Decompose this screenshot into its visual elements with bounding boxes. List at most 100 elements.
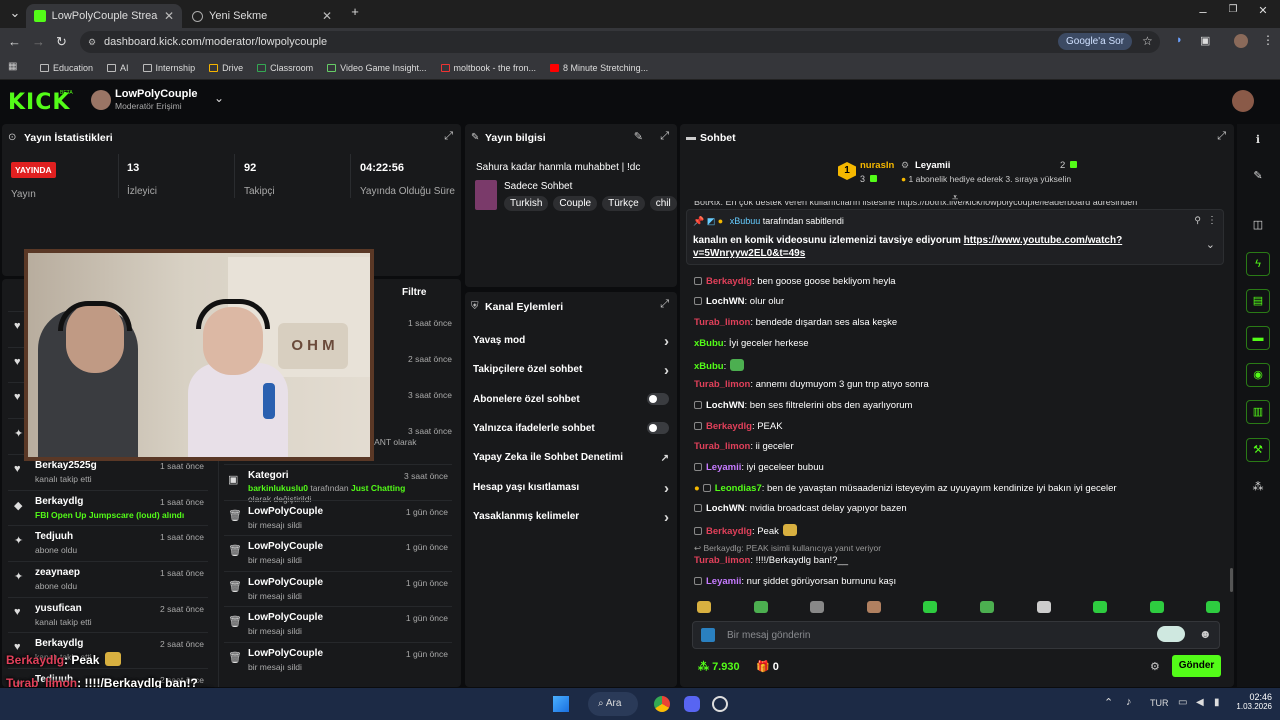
bookmark-education[interactable]: Education xyxy=(40,63,93,73)
chat-message[interactable]: Turab_limon: annemı duymuyom 3 gun trıp … xyxy=(694,379,929,390)
bookmark-drive[interactable]: Drive xyxy=(209,63,243,73)
broadcast-icon[interactable]: ◉ xyxy=(1246,363,1270,387)
chat-username[interactable]: Leyamii xyxy=(706,462,741,473)
activity-item[interactable]: 🗑 LowPolyCouple bir mesajı sildi 1 gün önce xyxy=(224,535,452,571)
battery-icon[interactable]: ▮ xyxy=(1214,697,1220,708)
edit-icon[interactable]: ✎ xyxy=(1246,165,1270,189)
leader2-name[interactable]: Leyamii xyxy=(915,160,950,171)
storage-icon[interactable]: ▥ xyxy=(1246,400,1270,424)
chat-username[interactable]: Turab_limon xyxy=(694,379,750,390)
expand-icon[interactable]: ⤢ xyxy=(660,130,669,143)
chat-message[interactable]: Leyamii: iyi geceleer bubuu xyxy=(694,462,824,473)
forward-icon[interactable]: → xyxy=(32,34,45,49)
chat-message[interactable]: Berkaydlg: ben goose goose bekliyom heyl… xyxy=(694,276,896,287)
tag[interactable]: Couple xyxy=(553,196,598,211)
activity-item[interactable]: 🗑 LowPolyCouple bir mesajı sildi 1 gün önce xyxy=(224,642,452,678)
chat-message[interactable]: ● Leondias7: ben de yavaştan müsaadenizi … xyxy=(694,483,1117,494)
discord-icon[interactable] xyxy=(684,696,700,712)
extensions-puzzle-icon[interactable]: ▣ xyxy=(1200,34,1210,47)
tab-new[interactable]: Yeni Sekme ✕ xyxy=(184,4,340,28)
action-row[interactable]: Yavaş mod › xyxy=(473,333,669,363)
chrome-icon[interactable] xyxy=(654,696,670,712)
tag[interactable]: chil xyxy=(649,196,677,211)
network-icon[interactable]: ▭ xyxy=(1178,697,1187,708)
volume-icon[interactable]: ◀ xyxy=(1196,697,1204,708)
chat-message[interactable]: LochWN: nvidia broadcast delay yapıyor b… xyxy=(694,503,907,514)
chat-username[interactable]: Leondias7 xyxy=(715,483,762,494)
close-tab-icon[interactable]: ✕ xyxy=(322,9,332,23)
emote-suggest-icon[interactable] xyxy=(1157,626,1185,642)
profile-avatar[interactable] xyxy=(1234,34,1248,48)
tray-chevron-icon[interactable]: ⌃ xyxy=(1104,696,1113,709)
start-icon[interactable] xyxy=(553,696,569,712)
maximize-button[interactable]: ❐ xyxy=(1218,4,1248,15)
chat-message[interactable]: Berkaydlg: PEAK xyxy=(694,421,783,432)
bookmark-classroom[interactable]: Classroom xyxy=(257,63,313,73)
chat-icon[interactable]: ▬ xyxy=(1246,326,1270,350)
document-icon[interactable]: ▤ xyxy=(1246,289,1270,313)
points-icon[interactable]: ⁂ xyxy=(1246,476,1270,500)
activity-item[interactable]: 🗑 LowPolyCouple bir mesajı sildi 1 gün önce xyxy=(224,606,452,642)
close-window-button[interactable]: ✕ xyxy=(1248,4,1278,17)
chat-username[interactable]: LochWN xyxy=(706,296,745,307)
url-field[interactable]: dashboard.kick.com/moderator/lowpolycoup… xyxy=(80,31,1160,53)
emote-icon[interactable] xyxy=(1149,601,1164,613)
chat-username[interactable]: Turab_limon xyxy=(694,555,750,566)
tab-kick[interactable]: LowPolyCouple Stream - Kick D ✕ xyxy=(26,4,182,28)
pinned-link[interactable]: v=5Wnryyw2EL0&t=49s xyxy=(693,248,805,259)
chat-username[interactable]: Berkaydlg xyxy=(706,526,752,537)
action-row[interactable]: Yasaklanmış kelimeler › xyxy=(473,509,669,539)
browser-menu-icon[interactable]: ⋮ xyxy=(1262,33,1274,47)
extension-icon[interactable]: ◗ xyxy=(1176,34,1183,46)
chevron-down-icon[interactable]: ⌄ xyxy=(1206,238,1215,251)
language-indicator[interactable]: TUR xyxy=(1150,698,1169,708)
action-row[interactable]: Yalnızca ifadelerle sohbet xyxy=(473,421,669,451)
close-tab-icon[interactable]: ✕ xyxy=(164,9,174,23)
bookmark-ai[interactable]: AI xyxy=(107,63,129,73)
chat-scrollbar[interactable] xyxy=(1230,568,1233,592)
chat-message[interactable]: Turab_limon: !!!!/Berkaydlg ban!?__ xyxy=(694,555,848,566)
toggle-switch[interactable] xyxy=(647,392,669,405)
action-row[interactable]: Abonelere özel sohbet xyxy=(473,392,669,422)
activity-item[interactable]: 🗑 LowPolyCouple bir mesajı sildi 1 gün önce xyxy=(224,499,452,536)
apps-grid-icon[interactable]: ▦ xyxy=(8,61,17,72)
chat-message[interactable]: xBubu: xyxy=(694,359,745,372)
bookmark-internship[interactable]: Internship xyxy=(142,63,195,73)
activity-item[interactable]: ▣ Kategori barkinlukuslu0 tarafından Just … xyxy=(224,464,452,504)
taskbar-search[interactable]: ⌕ Ara xyxy=(588,692,638,716)
gift-counter[interactable]: 🎁 0 xyxy=(756,660,779,673)
chat-message[interactable]: LochWN: olur olur xyxy=(694,296,784,307)
chat-username[interactable]: Turab_limon xyxy=(694,317,750,328)
chat-input[interactable]: Bir mesaj gönderin ☻ xyxy=(692,621,1220,649)
info-icon[interactable]: ℹ xyxy=(1246,129,1270,153)
chat-message[interactable]: xBubu: İyi geceler herkese xyxy=(694,338,809,349)
expand-icon[interactable]: ⤢ xyxy=(660,298,669,311)
clock[interactable]: 02:46 1.03.2026 xyxy=(1232,692,1272,711)
edit-icon[interactable]: ✎ xyxy=(634,130,643,143)
emote-icon[interactable] xyxy=(1093,601,1108,613)
toggle-switch[interactable] xyxy=(647,421,669,434)
chat-username[interactable]: LochWN xyxy=(706,503,745,514)
activity-item[interactable]: ✦ Tedjuuh abone oldu 1 saat önce xyxy=(8,525,208,561)
back-icon[interactable]: ← xyxy=(8,34,21,49)
unpin-icon[interactable]: ⚲ xyxy=(1194,215,1201,226)
chat-message[interactable]: Leyamii: nur şiddet görüyorsan burnunu k… xyxy=(694,576,896,587)
chat-username[interactable]: Berkaydlg xyxy=(706,276,752,287)
chat-username[interactable]: xBubu xyxy=(694,338,724,349)
wrench-icon[interactable]: ⚒ xyxy=(1246,438,1270,462)
bookmark-moltbook[interactable]: moltbook - the fron... xyxy=(440,63,536,73)
chat-settings-icon[interactable]: ⚙ xyxy=(1150,660,1160,673)
bookmark-stretching[interactable]: 8 Minute Stretching... xyxy=(550,63,648,73)
emote-icon[interactable] xyxy=(923,601,938,613)
pinned-link[interactable]: https://www.youtube.com/watch? xyxy=(964,235,1123,246)
points-counter[interactable]: ⁂ 7.930 xyxy=(698,660,740,673)
activity-item[interactable]: 🗑 LowPolyCouple bir mesajı sildi 1 gün önce xyxy=(224,570,452,607)
more-options-icon[interactable]: ⋮ xyxy=(1207,215,1217,226)
lightning-icon[interactable]: ϟ xyxy=(1246,252,1270,276)
ask-google-button[interactable]: Google'a Sor xyxy=(1058,33,1133,50)
screenshot-icon[interactable]: ◫ xyxy=(1246,214,1270,238)
emote-icon[interactable] xyxy=(753,601,768,613)
expand-icon[interactable]: ⤢ xyxy=(1217,130,1226,143)
activity-item[interactable]: ♥ yusufican kanalı takip etti 2 saat önce xyxy=(8,596,208,633)
reload-icon[interactable]: ↻ xyxy=(56,34,67,50)
